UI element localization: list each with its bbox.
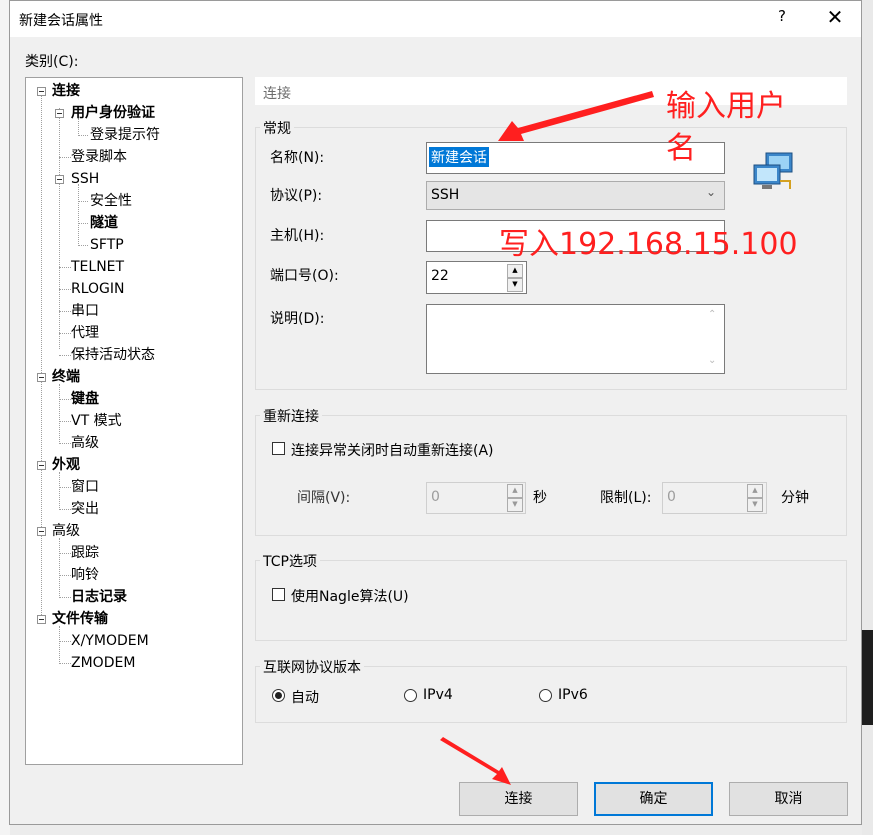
annotation-arrows [440,91,654,785]
arrow-to-connect-button-icon [440,737,511,785]
arrow-to-name-field-icon [498,91,654,141]
